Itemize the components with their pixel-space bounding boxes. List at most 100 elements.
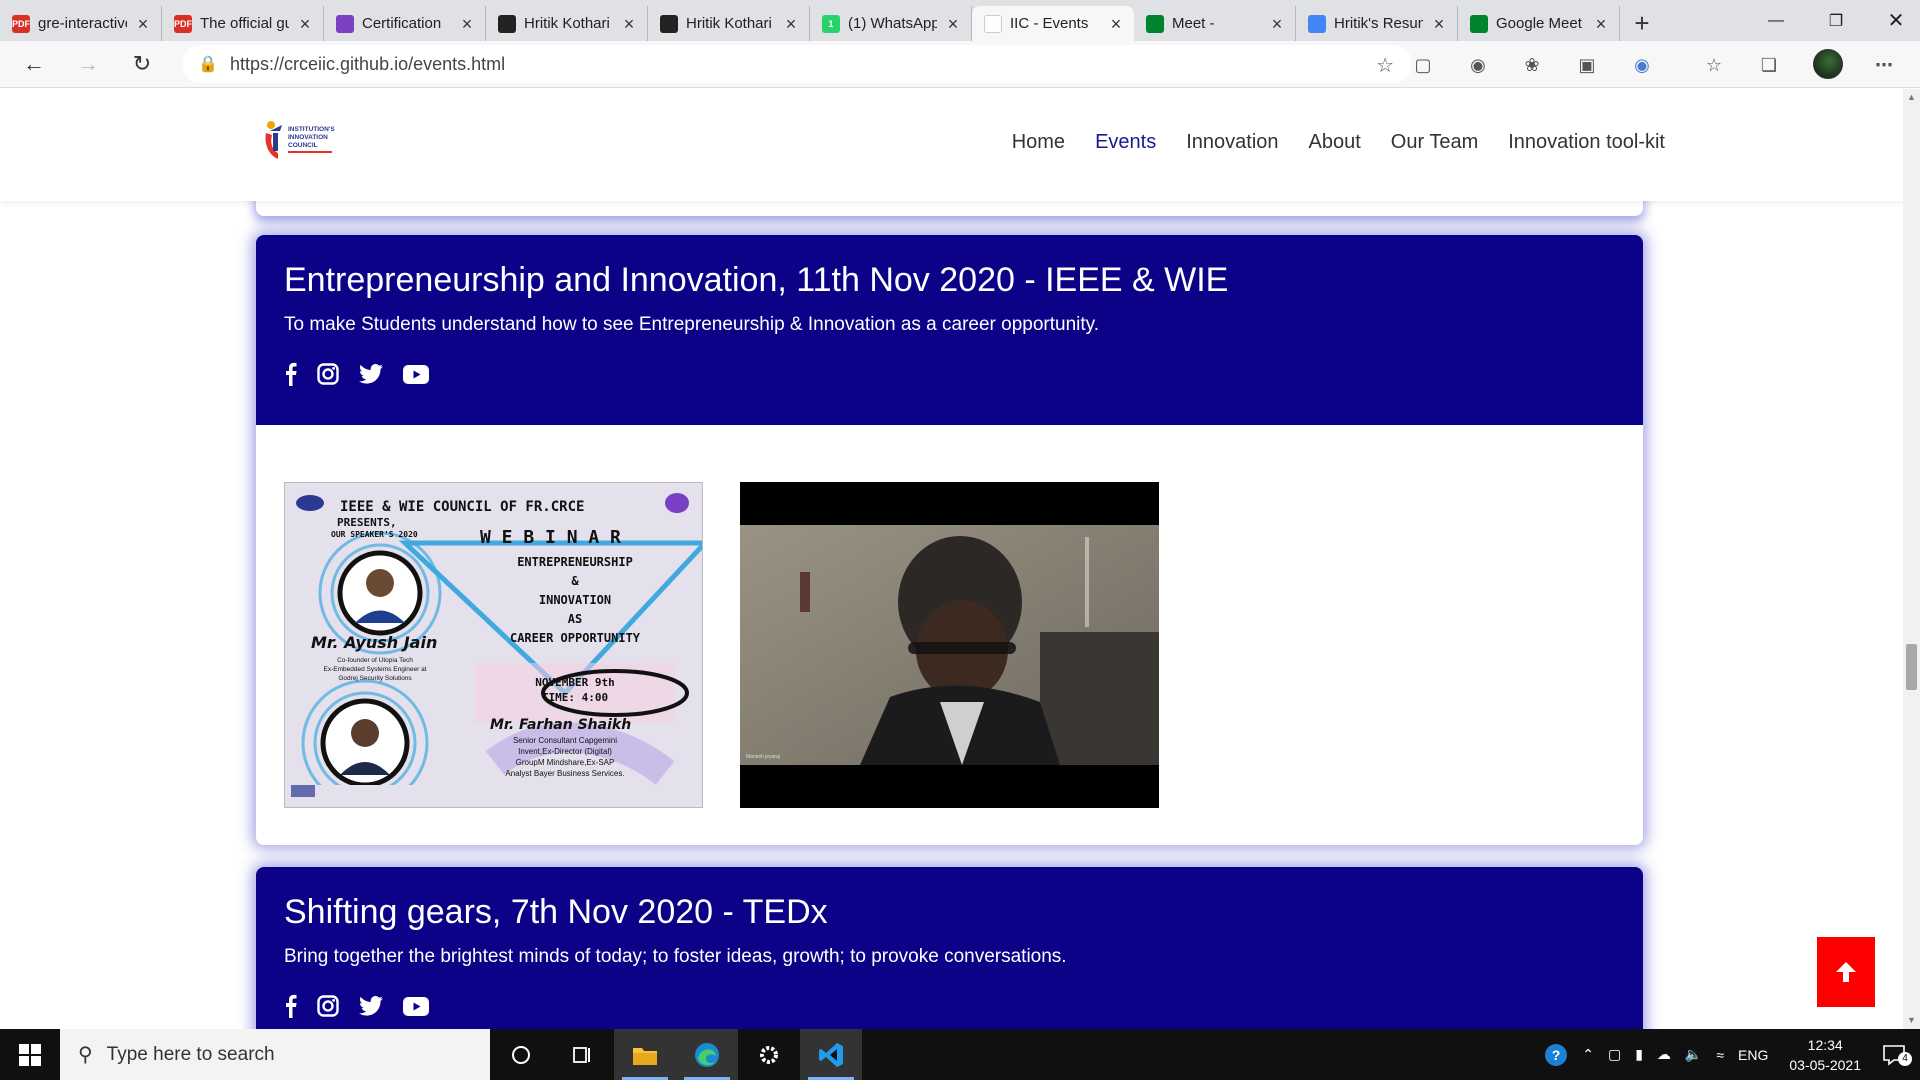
nav-link-our-team[interactable]: Our Team [1391,131,1478,154]
favorites-icon[interactable]: ☆ [1702,53,1726,77]
back-button[interactable]: ← [12,44,56,84]
language-indicator[interactable]: ENG [1731,1047,1775,1063]
collections-icon[interactable]: ❏ [1757,53,1781,77]
forward-button[interactable]: → [66,44,110,84]
scroll-down-arrow[interactable]: ▼ [1903,1012,1920,1029]
vscode-icon[interactable] [800,1029,862,1080]
camera-icon[interactable]: ◉ [1630,53,1654,77]
browser-tab[interactable]: Hritik Kothari × [486,6,648,41]
browser-tab[interactable]: 1 (1) WhatsApp × [810,6,972,41]
close-tab-icon[interactable]: × [621,15,637,33]
new-tab-button[interactable]: + [1620,6,1664,41]
notification-center-icon[interactable]: 4 [1875,1044,1920,1066]
minimize-button[interactable]: — [1746,0,1806,41]
nav-link-innovation-tool-kit[interactable]: Innovation tool-kit [1508,131,1665,154]
logo-text-line: INNOVATION [288,134,328,141]
svg-text:?: ? [1552,1047,1561,1063]
meet-now-icon[interactable]: ▢ [1601,1046,1628,1063]
video-graphic: Manesh jeyaraj [740,482,1159,808]
restore-button[interactable]: ❐ [1806,0,1866,41]
instagram-icon[interactable] [317,994,339,1018]
iic-logo[interactable]: INSTITUTION'S INNOVATION COUNCIL [262,119,348,163]
nav-link-about[interactable]: About [1309,131,1361,154]
close-tab-icon[interactable]: × [1108,15,1124,33]
bug-icon[interactable]: ❀ [1520,53,1544,77]
more-menu-icon[interactable]: ⋯ [1872,53,1896,77]
event-title: Shifting gears, 7th Nov 2020 - TEDx [284,893,828,931]
webinar-poster-image[interactable]: IEEE & WIE COUNCIL OF FR.CRCE PRESENTS, … [284,482,703,808]
poster-graphic: IEEE & WIE COUNCIL OF FR.CRCE PRESENTS, … [285,483,702,807]
edge-browser-icon[interactable] [676,1029,738,1080]
close-tab-icon[interactable]: × [1269,15,1285,33]
start-button[interactable] [0,1029,60,1080]
nav-link-events[interactable]: Events [1095,131,1156,154]
event-description: Bring together the brightest minds of to… [284,946,1067,967]
poster-speaker2-desc: Invent,Ex-Director (Digital) [518,747,612,756]
youtube-icon[interactable] [403,362,429,386]
extension-icon[interactable]: ◉ [1466,53,1490,77]
close-tab-icon[interactable]: × [1593,15,1609,33]
browser-toolbar: ← → ↻ 🔒 https://crceiic.github.io/events… [0,41,1920,88]
browser-tab[interactable]: Hritik's Resume × [1296,6,1458,41]
close-tab-icon[interactable]: × [459,15,475,33]
browser-tab[interactable]: Google Meet × [1458,6,1620,41]
poster-speaker1-desc: Ex-Embedded Systems Engineer at [324,666,427,673]
browser-tab[interactable]: PDF gre-interactive × [0,6,162,41]
scrollbar-thumb[interactable] [1906,644,1917,690]
browser-tab[interactable]: Hritik Kothari × [648,6,810,41]
arrow-up-icon [1836,962,1856,982]
extension-icon[interactable]: ▢ [1411,53,1435,77]
close-window-button[interactable]: ✕ [1866,0,1920,41]
profile-avatar[interactable] [1813,49,1843,79]
poster-speakers-label: OUR SPEAKER'S 2020 [331,530,418,539]
close-tab-icon[interactable]: × [1431,15,1447,33]
reload-button[interactable]: ↻ [120,44,164,84]
browser-tab[interactable]: Meet - × [1134,6,1296,41]
address-bar[interactable]: 🔒 https://crceiic.github.io/events.html … [182,45,1412,83]
volume-icon[interactable]: 🔈 [1678,1046,1709,1063]
add-favorite-icon[interactable]: ☆ [1376,53,1394,78]
logo-text-line: COUNCIL [288,142,318,149]
taskbar-search-box[interactable]: ⚲ Type here to search [60,1029,490,1080]
tab-favicon-icon [336,14,354,33]
page-scrollbar[interactable]: ▲ ▼ [1903,89,1920,1029]
facebook-icon[interactable] [284,994,297,1018]
screenshot-icon[interactable]: ▣ [1575,53,1599,77]
tab-title: IIC - Events [1010,15,1089,32]
tab-favicon-icon: 1 [822,14,840,33]
scroll-up-arrow[interactable]: ▲ [1903,89,1920,106]
tab-title: Hritik Kothari [686,15,772,32]
close-tab-icon[interactable]: × [297,15,313,33]
nav-link-home[interactable]: Home [1012,131,1065,154]
twitter-icon[interactable] [359,362,383,386]
taskbar-clock[interactable]: 12:34 03-05-2021 [1775,1035,1875,1075]
task-view-icon[interactable] [552,1029,614,1080]
help-icon[interactable]: ? [1537,1043,1575,1067]
twitter-icon[interactable] [359,994,383,1018]
file-explorer-icon[interactable] [614,1029,676,1080]
nav-link-innovation[interactable]: Innovation [1186,131,1278,154]
close-tab-icon[interactable]: × [135,15,151,33]
tab-favicon-icon [498,14,516,33]
poster-speaker2-desc: Analyst Bayer Business Services. [505,769,624,778]
browser-tab[interactable]: IIC - Events × [972,6,1134,41]
settings-gear-icon[interactable] [738,1029,800,1080]
close-tab-icon[interactable]: × [945,15,961,33]
browser-tab[interactable]: PDF The official guide × [162,6,324,41]
instagram-icon[interactable] [317,362,339,386]
youtube-icon[interactable] [403,994,429,1018]
site-nav: Home Events Innovation About Our Team Innovat… [1012,131,1665,154]
back-to-top-button[interactable] [1817,937,1875,1007]
battery-icon[interactable]: ▮ [1628,1046,1650,1063]
close-tab-icon[interactable]: × [783,15,799,33]
poster-topic-line: INNOVATION [539,593,611,607]
cortana-icon[interactable] [490,1029,552,1080]
event-card: Shifting gears, 7th Nov 2020 - TEDx Brin… [256,867,1643,1029]
onedrive-cloud-icon[interactable]: ☁ [1650,1046,1678,1063]
browser-tab[interactable]: Certification × [324,6,486,41]
poster-speaker2-desc: Senior Consultant Capgemini [513,736,617,745]
webinar-video-screenshot[interactable]: Manesh jeyaraj [740,482,1159,808]
wifi-icon[interactable]: ≈ [1709,1047,1731,1063]
chevron-up-icon[interactable]: ⌃ [1575,1046,1601,1063]
facebook-icon[interactable] [284,362,297,386]
